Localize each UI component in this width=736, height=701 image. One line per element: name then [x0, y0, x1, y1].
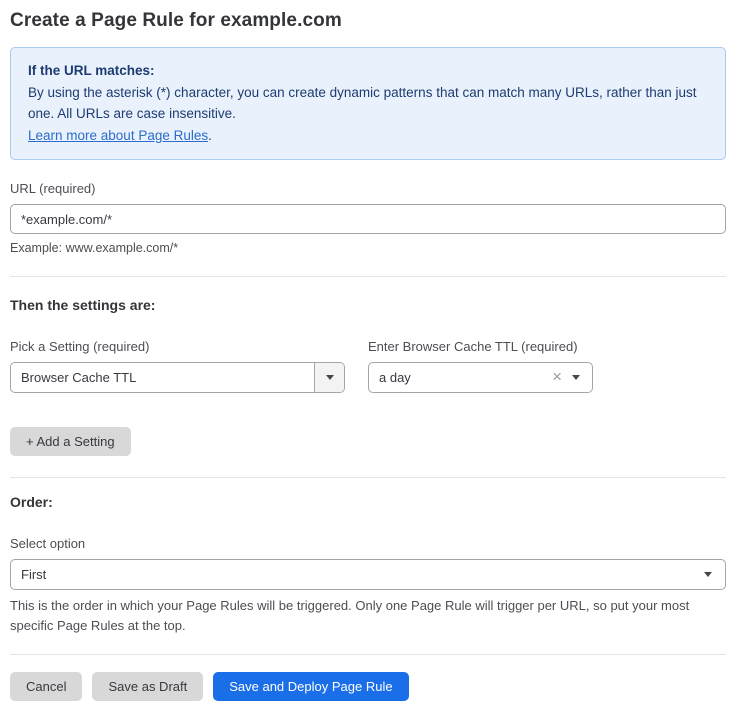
- settings-section-heading: Then the settings are:: [10, 297, 726, 313]
- ttl-picker-value: a day: [369, 370, 552, 385]
- chevron-down-icon[interactable]: [704, 572, 712, 577]
- order-select-value: First: [11, 567, 725, 582]
- order-select-label: Select option: [10, 536, 726, 551]
- url-input[interactable]: [10, 204, 726, 234]
- chevron-down-icon[interactable]: [572, 375, 580, 380]
- ttl-picker-column: Enter Browser Cache TTL (required) a day…: [368, 339, 593, 393]
- cancel-button[interactable]: Cancel: [10, 672, 82, 701]
- info-box-body: By using the asterisk (*) character, you…: [28, 82, 708, 124]
- page-title: Create a Page Rule for example.com: [10, 10, 726, 32]
- save-and-deploy-button[interactable]: Save and Deploy Page Rule: [213, 672, 408, 701]
- ttl-picker-label: Enter Browser Cache TTL (required): [368, 339, 593, 354]
- settings-row: Pick a Setting (required) Browser Cache …: [10, 339, 726, 393]
- divider: [10, 276, 726, 277]
- divider: [10, 654, 726, 655]
- clear-icon[interactable]: ×: [552, 368, 572, 387]
- link-suffix: .: [208, 128, 212, 143]
- url-match-info-box: If the URL matches: By using the asteris…: [10, 47, 726, 160]
- learn-more-link[interactable]: Learn more about Page Rules: [28, 128, 208, 143]
- url-field-label: URL (required): [10, 181, 726, 196]
- chevron-down-icon[interactable]: [314, 363, 344, 392]
- add-setting-button[interactable]: + Add a Setting: [10, 427, 131, 456]
- setting-picker-label: Pick a Setting (required): [10, 339, 345, 354]
- order-section-heading: Order:: [10, 494, 726, 510]
- save-as-draft-button[interactable]: Save as Draft: [92, 672, 203, 701]
- footer-actions: Cancel Save as Draft Save and Deploy Pag…: [10, 672, 726, 701]
- setting-picker-column: Pick a Setting (required) Browser Cache …: [10, 339, 345, 393]
- order-select[interactable]: First: [10, 559, 726, 590]
- order-helper-text: This is the order in which your Page Rul…: [10, 596, 726, 636]
- divider: [10, 477, 726, 478]
- setting-picker-value: Browser Cache TTL: [11, 370, 314, 385]
- info-box-heading: If the URL matches:: [28, 60, 708, 81]
- setting-picker-select[interactable]: Browser Cache TTL: [10, 362, 345, 393]
- ttl-picker-select[interactable]: a day ×: [368, 362, 593, 393]
- url-example-helper: Example: www.example.com/*: [10, 241, 726, 255]
